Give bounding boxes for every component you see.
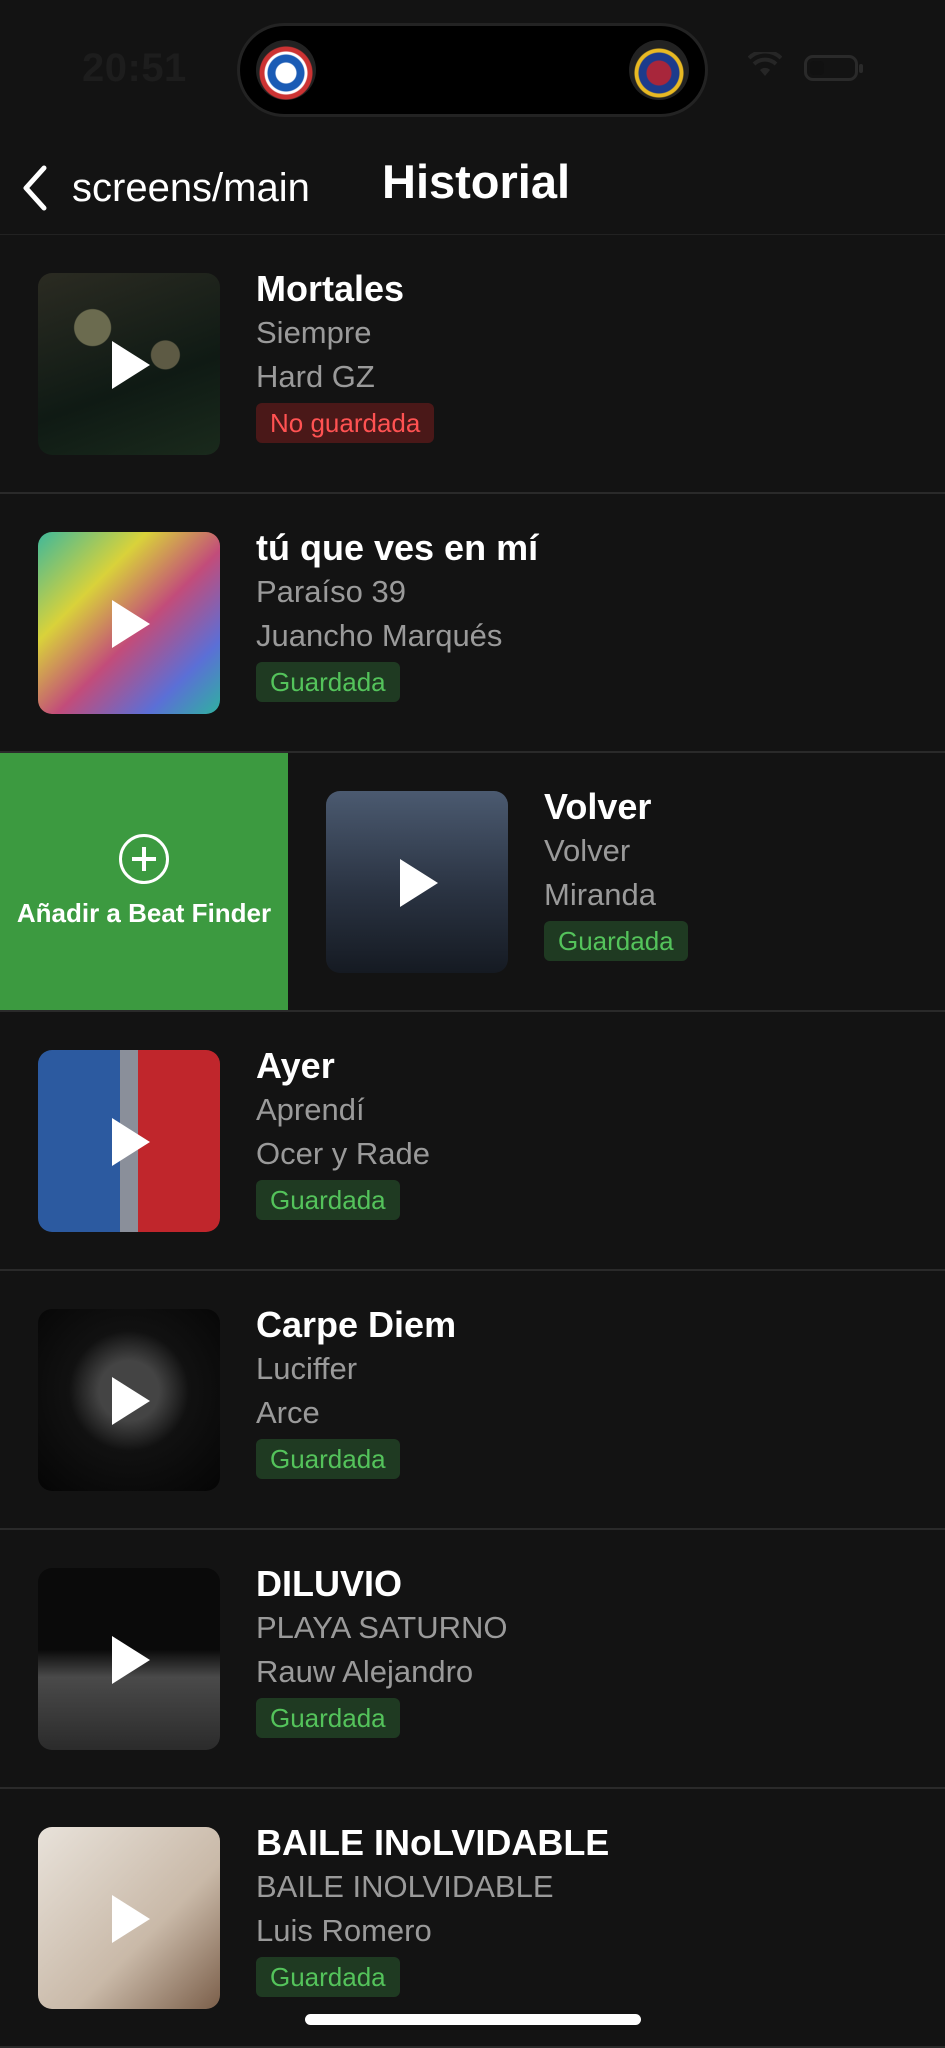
- list-item[interactable]: tú que ves en mí Paraíso 39 Juancho Marq…: [0, 494, 945, 753]
- chevron-left-icon: [23, 165, 47, 211]
- list-item[interactable]: Añadir a Beat Finder Volver Volver Miran…: [0, 753, 945, 1012]
- album-art[interactable]: [38, 1309, 220, 1491]
- status-badge: No guardada: [256, 403, 435, 443]
- play-icon: [112, 1377, 150, 1425]
- list-item[interactable]: Mortales Siempre Hard GZ No guardada: [0, 235, 945, 494]
- list-item[interactable]: DILUVIO PLAYA SATURNO Rauw Alejandro Gua…: [0, 1530, 945, 1789]
- play-icon: [112, 1895, 150, 1943]
- song-artist: Ocer y Rade: [256, 1136, 431, 1171]
- status-badge: Guardada: [256, 1180, 400, 1220]
- song-title: DILUVIO: [256, 1563, 403, 1604]
- song-title: Mortales: [256, 268, 405, 309]
- add-to-beat-finder-button[interactable]: Añadir a Beat Finder: [0, 753, 288, 1010]
- wifi-icon: [748, 52, 782, 76]
- page-title: Historial: [382, 155, 571, 208]
- list-item[interactable]: BAILE INoLVIDABLE BAILE INOLVIDABLE Luis…: [0, 1789, 945, 2048]
- album-art[interactable]: [38, 1827, 220, 2009]
- song-artist: Hard GZ: [256, 359, 375, 394]
- history-list: Mortales Siempre Hard GZ No guardada tú …: [0, 235, 945, 2048]
- status-bar: 20:51: [0, 0, 945, 140]
- album-art[interactable]: [38, 273, 220, 455]
- status-badge: Guardada: [256, 662, 400, 702]
- song-album: BAILE INOLVIDABLE: [256, 1869, 554, 1904]
- play-icon: [112, 1118, 150, 1166]
- song-title: tú que ves en mí: [256, 527, 539, 568]
- battery-icon: [804, 55, 863, 81]
- swipe-action-label: Añadir a Beat Finder: [16, 898, 272, 928]
- song-artist: Miranda: [544, 877, 656, 912]
- album-art[interactable]: [38, 532, 220, 714]
- song-title: BAILE INoLVIDABLE: [256, 1822, 610, 1863]
- song-artist: Arce: [256, 1395, 320, 1430]
- play-icon: [112, 1636, 150, 1684]
- song-artist: Juancho Marqués: [256, 618, 503, 653]
- status-time: 20:51: [82, 46, 187, 90]
- song-artist: Rauw Alejandro: [256, 1654, 474, 1689]
- song-album: Luciffer: [256, 1351, 358, 1386]
- song-artist: Luis Romero: [256, 1913, 432, 1948]
- song-title: Carpe Diem: [256, 1304, 457, 1345]
- song-title: Ayer: [256, 1045, 335, 1086]
- club-crest-icon: [629, 40, 689, 100]
- nav-header: screens/main Historial: [0, 140, 945, 235]
- song-album: Siempre: [256, 315, 372, 350]
- song-album: Aprendí: [256, 1092, 365, 1127]
- album-art[interactable]: [38, 1568, 220, 1750]
- home-indicator[interactable]: [305, 2014, 641, 2025]
- album-art[interactable]: [326, 791, 508, 973]
- plus-circle-icon: [119, 834, 169, 884]
- status-badge: Guardada: [256, 1957, 400, 1997]
- back-button[interactable]: screens/main: [18, 158, 310, 218]
- play-icon: [400, 859, 438, 907]
- list-item[interactable]: Carpe Diem Luciffer Arce Guardada: [0, 1271, 945, 1530]
- album-art[interactable]: [38, 1050, 220, 1232]
- song-album: PLAYA SATURNO: [256, 1610, 508, 1645]
- status-badge: Guardada: [256, 1439, 400, 1479]
- song-album: Volver: [544, 833, 631, 868]
- status-badge: Guardada: [544, 921, 688, 961]
- back-label: screens/main: [72, 165, 310, 210]
- song-album: Paraíso 39: [256, 574, 406, 609]
- play-icon: [112, 341, 150, 389]
- list-item[interactable]: Ayer Aprendí Ocer y Rade Guardada: [0, 1012, 945, 1271]
- dynamic-island: [240, 26, 705, 114]
- song-title: Volver: [544, 786, 652, 827]
- play-icon: [112, 600, 150, 648]
- status-badge: Guardada: [256, 1698, 400, 1738]
- club-crest-icon: [256, 40, 316, 100]
